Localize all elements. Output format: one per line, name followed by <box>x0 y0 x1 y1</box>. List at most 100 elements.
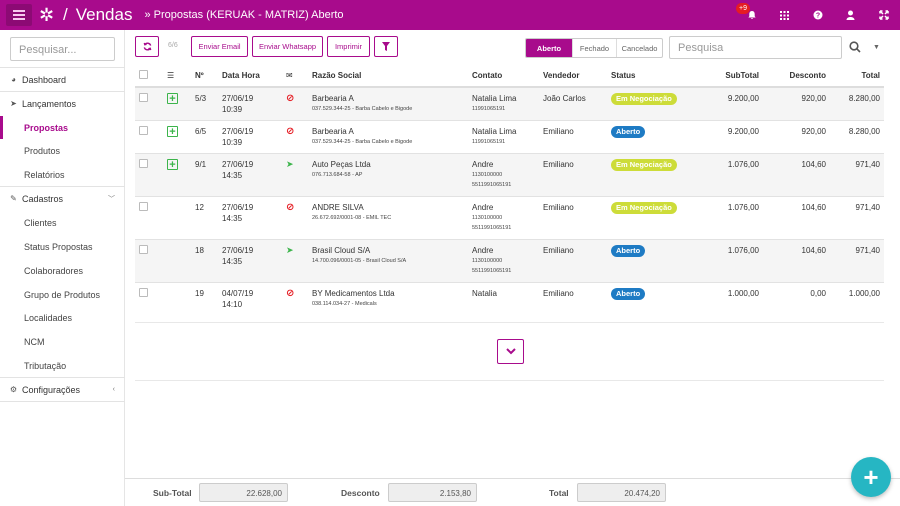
sidebar-item-status-propostas[interactable]: Status Propostas <box>0 235 125 258</box>
expand-row-icon[interactable]: + <box>167 126 178 137</box>
row-date: 27/06/19 <box>222 94 254 103</box>
row-checkbox[interactable] <box>139 245 148 254</box>
row-checkbox[interactable] <box>139 159 148 168</box>
send-whatsapp-button[interactable]: Enviar Whatsapp <box>252 36 323 57</box>
refresh-button[interactable] <box>135 36 159 57</box>
status-filter-fechado[interactable]: Fechado <box>572 39 616 57</box>
row-checkbox[interactable] <box>139 93 148 102</box>
row-seller: Emiliano <box>539 120 607 154</box>
status-badge: Aberto <box>611 245 646 257</box>
col-discount[interactable]: Desconto <box>763 64 830 88</box>
edit-icon: ✎ <box>10 194 17 203</box>
sidebar-item-ncm[interactable]: NCM <box>0 330 125 353</box>
table-row[interactable]: + 5/3 27/06/19 10:39 ⊘ Barbearia A 037.529… <box>135 86 884 121</box>
row-num: 18 <box>191 239 218 283</box>
table-row[interactable]: 12 27/06/19 14:35 ⊘ ANDRE SILVA 26.672.692… <box>135 196 884 240</box>
row-date: 27/06/19 <box>222 127 254 136</box>
row-discount: 104,60 <box>763 153 830 197</box>
filter-button[interactable] <box>374 36 398 57</box>
filter-icon <box>382 42 390 51</box>
print-button[interactable]: Imprimir <box>327 36 370 57</box>
col-total[interactable]: Total <box>830 64 884 88</box>
table-row[interactable]: + 6/5 27/06/19 10:39 ⊘ Barbearia A 037.529… <box>135 120 884 154</box>
help-icon: ? <box>813 10 822 20</box>
sidebar-item-clientes[interactable]: Clientes <box>0 211 125 234</box>
email-not-sent-icon: ⊘ <box>286 93 295 104</box>
help-button[interactable]: ? <box>801 0 834 30</box>
row-date: 27/06/19 <box>222 160 254 169</box>
notification-badge: +9 <box>736 3 750 14</box>
sidebar-item-configuracoes[interactable]: ⚙ Configurações ‹ <box>0 378 125 401</box>
row-company: Barbearia A <box>312 94 354 103</box>
row-company-detail: 038.114.034-27 - Medicals <box>312 301 377 307</box>
search-input[interactable]: Pesquisa <box>669 36 842 59</box>
sidebar-search-input[interactable]: Pesquisar... <box>10 37 115 61</box>
user-button[interactable] <box>834 0 867 30</box>
notifications-button[interactable]: +9 <box>735 0 768 30</box>
row-subtotal: 1.000,00 <box>686 282 763 315</box>
status-badge: Aberto <box>611 288 646 300</box>
col-date[interactable]: Data Hora <box>218 64 282 88</box>
row-discount: 0,00 <box>763 282 830 315</box>
col-seller[interactable]: Vendedor <box>539 64 607 88</box>
add-proposal-button[interactable]: + <box>851 457 891 497</box>
row-time: 14:35 <box>222 171 243 180</box>
sidebar-item-tributacao[interactable]: Tributação <box>0 354 125 377</box>
row-total: 8.280,00 <box>830 86 884 121</box>
sidebar-item-dashboard[interactable]: ◕ Dashboard <box>0 68 125 91</box>
row-date: 27/06/19 <box>222 246 254 255</box>
expand-row-icon[interactable]: + <box>167 159 178 170</box>
row-company: Auto Peças Ltda <box>312 160 371 169</box>
refresh-icon <box>143 42 151 51</box>
row-contact-phone: 1130100000 <box>472 258 503 264</box>
row-discount: 104,60 <box>763 196 830 240</box>
search-button[interactable] <box>849 40 861 54</box>
expand-icon <box>878 10 889 20</box>
select-all-checkbox[interactable] <box>139 69 148 79</box>
sidebar-item-lancamentos[interactable]: ➤ Lançamentos <box>0 92 125 115</box>
row-contact-mobile: 5511991065191 <box>472 268 512 274</box>
sidebar-item-grupo-de-produtos[interactable]: Grupo de Produtos <box>0 283 125 306</box>
col-contact[interactable]: Contato <box>468 64 539 88</box>
col-subtotal[interactable]: SubTotal <box>686 64 763 88</box>
col-status[interactable]: Status <box>607 64 686 88</box>
fullscreen-button[interactable] <box>867 0 900 30</box>
row-checkbox[interactable] <box>139 202 148 211</box>
col-num[interactable]: Nº <box>191 64 218 88</box>
search-options-dropdown[interactable]: ▼ <box>873 44 880 51</box>
row-company-detail: 26.672.692/0001-08 - EMIL TEC <box>312 215 392 221</box>
row-checkbox[interactable] <box>139 288 148 297</box>
load-more-button[interactable] <box>497 339 524 364</box>
sidebar-item-propostas[interactable]: Propostas <box>0 116 125 139</box>
status-filter-aberto[interactable]: Aberto <box>526 39 572 57</box>
menu-toggle-button[interactable] <box>6 4 32 26</box>
sidebar-item-localidades[interactable]: Localidades <box>0 306 125 329</box>
row-contact: Natalia <box>472 289 497 298</box>
dashboard-icon: ◕ <box>11 75 16 84</box>
row-time: 14:35 <box>222 214 243 223</box>
apps-button[interactable] <box>768 0 801 30</box>
table-row[interactable]: + 9/1 27/06/19 14:35 ➤ Auto Peças Ltda 076… <box>135 153 884 197</box>
sidebar-item-cadastros[interactable]: ✎ Cadastros ﹀ <box>0 187 125 210</box>
row-contact-mobile: 5511991065191 <box>472 225 512 231</box>
row-subtotal: 1.076,00 <box>686 196 763 240</box>
row-seller: Emiliano <box>539 153 607 197</box>
sidebar-item-relatorios[interactable]: Relatórios <box>0 163 125 186</box>
row-checkbox[interactable] <box>139 126 148 135</box>
plus-icon: + <box>863 461 879 492</box>
list-icon[interactable]: ☰ <box>167 71 174 80</box>
table-row[interactable]: 18 27/06/19 14:35 ➤ Brasil Cloud S/A 14.70… <box>135 239 884 283</box>
status-filter-cancelado[interactable]: Cancelado <box>616 39 662 57</box>
row-num: 5/3 <box>191 86 218 121</box>
status-badge: Aberto <box>611 126 646 138</box>
sidebar-item-produtos[interactable]: Produtos <box>0 139 125 162</box>
total-value: 20.474,20 <box>577 483 666 502</box>
subtotal-label: Sub-Total <box>153 488 192 498</box>
sidebar-item-colaboradores[interactable]: Colaboradores <box>0 259 125 282</box>
table-row[interactable]: 19 04/07/19 14:10 ⊘ BY Medicamentos Ltda 0… <box>135 282 884 315</box>
expand-row-icon[interactable]: + <box>167 93 178 104</box>
email-sent-icon: ➤ <box>286 159 294 169</box>
send-email-button[interactable]: Enviar Email <box>191 36 248 57</box>
row-contact: Natalia Lima <box>472 94 517 103</box>
col-company[interactable]: Razão Social <box>308 64 468 88</box>
